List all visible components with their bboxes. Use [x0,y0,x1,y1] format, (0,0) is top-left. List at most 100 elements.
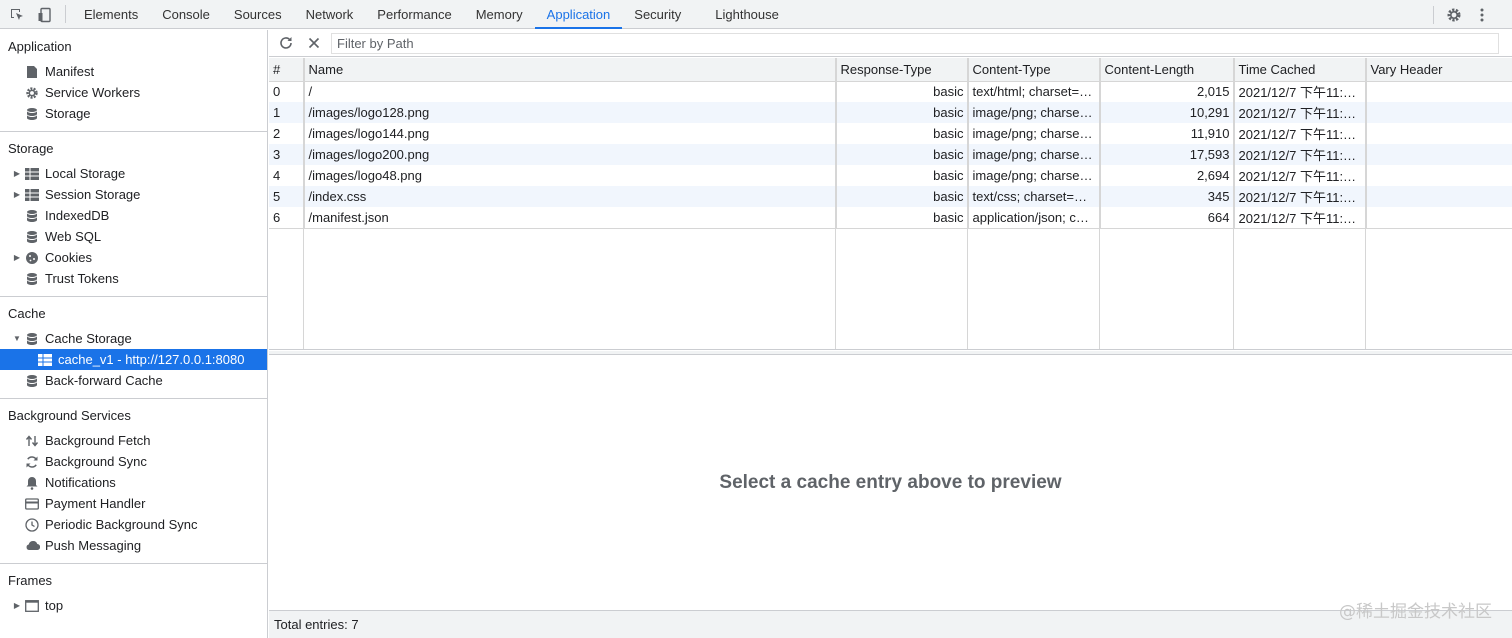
section-title: Cache [8,306,46,321]
sidebar-item-notifications[interactable]: Notifications [0,472,267,493]
sidebar-item-frame-top[interactable]: ▶ top [0,595,267,616]
sidebar-item-storage[interactable]: Storage [0,103,267,124]
table-cell: /images/logo128.png [304,102,837,123]
sidebar-item-label: Web SQL [45,229,102,244]
table-cell: basic [836,123,969,144]
tab-security[interactable]: Security [622,0,693,28]
sidebar-item-label: Background Fetch [45,433,151,448]
devtools-toolbar: Elements Console Sources Network Perform… [0,0,1512,29]
sidebar-item-label: Manifest [45,64,95,79]
database-icon [24,106,40,122]
tab-console[interactable]: Console [150,0,222,28]
device-toolbar-icon[interactable] [31,0,59,29]
column-header-vary-header[interactable]: Vary Header [1366,58,1512,82]
gear-icon[interactable] [1440,0,1468,29]
table-cell: 345 [1100,186,1235,207]
sidebar-item-payment-handler[interactable]: Payment Handler [0,493,267,514]
frame-icon [24,598,40,614]
sidebar-item-cookies[interactable]: ▶ Cookies [0,247,267,268]
expand-arrow-icon[interactable]: ▶ [12,595,22,616]
column-header-index[interactable]: # [269,58,305,82]
tab-memory[interactable]: Memory [464,0,535,28]
tab-lighthouse[interactable]: Lighthouse [703,0,791,28]
sidebar-item-label: Service Workers [45,85,141,100]
inspect-element-icon[interactable] [3,0,31,29]
table-cell: image/png; charset… [968,165,1101,186]
expand-arrow-icon[interactable]: ▶ [12,247,22,268]
column-header-name[interactable]: Name [304,58,837,82]
sidebar-item-web-sql[interactable]: Web SQL [0,226,267,247]
expand-arrow-icon[interactable]: ▶ [12,163,22,184]
filter-by-path-input[interactable] [331,33,1499,54]
total-entries-text: Total entries: 7 [274,617,359,632]
table-cell: /images/logo48.png [304,165,837,186]
table-cell: 11,910 [1100,123,1235,144]
sidebar-item-trust-tokens[interactable]: Trust Tokens [0,268,267,289]
table-cell: 3 [269,144,305,165]
toolbar-divider [65,5,66,23]
table-row[interactable]: 1/images/logo128.png basic image/png; char… [269,102,1512,123]
cache-entries-table: # Name Response-Type Content-Type Conten… [269,58,1512,350]
sync-icon [24,454,40,470]
column-header-response-type[interactable]: Response-Type [836,58,969,82]
sidebar-item-background-fetch[interactable]: Background Fetch [0,430,267,451]
tab-performance[interactable]: Performance [365,0,463,28]
sidebar-item-session-storage[interactable]: ▶ Session Storage [0,184,267,205]
table-cell: 2021/12/7 下午11:… [1234,123,1367,144]
sidebar-item-periodic-background-sync[interactable]: Periodic Background Sync [0,514,267,535]
sidebar-item-background-sync[interactable]: Background Sync [0,451,267,472]
table-cell: 2021/12/7 下午11:… [1234,102,1367,123]
sidebar-item-indexeddb[interactable]: IndexedDB [0,205,267,226]
expand-arrow-icon[interactable]: ▶ [12,184,22,205]
tab-application[interactable]: Application [534,0,623,29]
section-title: Application [8,39,72,54]
sidebar-item-back-forward-cache[interactable]: Back-forward Cache [0,370,267,391]
collapse-arrow-icon[interactable]: ▼ [12,328,22,349]
sidebar-item-label: Session Storage [45,187,141,202]
sidebar-item-label: Cache Storage [45,331,132,346]
cookie-icon [24,250,40,266]
column-header-time-cached[interactable]: Time Cached [1234,58,1367,82]
table-row[interactable]: 0/basic text/html; charset=… 2,015 2021/12/… [269,81,1512,102]
table-row[interactable]: 3/images/logo200.png basic image/png; char… [269,144,1512,165]
up-down-arrows-icon [24,433,40,449]
sidebar-item-manifest[interactable]: Manifest [0,61,267,82]
table-row[interactable]: 6/manifest.json basic application/json; ch… [269,207,1512,229]
table-row[interactable]: 5/index.css basic text/css; charset=U… 345 2… [269,186,1512,207]
sidebar-item-cache-storage[interactable]: ▼ Cache Storage [0,328,267,349]
sidebar-section-frames: Frames ▶ top [0,564,267,623]
sidebar-item-label: Trust Tokens [45,271,119,286]
cache-storage-view: # Name Response-Type Content-Type Conten… [269,30,1512,638]
preview-placeholder-text: Select a cache entry above to preview [719,471,1062,493]
table-cell: 2021/12/7 下午11:… [1234,186,1367,207]
table-cell: basic [836,81,969,102]
table-row[interactable]: 4/images/logo48.png basic image/png; chars… [269,165,1512,186]
tab-network[interactable]: Network [294,0,366,28]
more-options-icon[interactable] [1468,0,1496,29]
database-icon [24,373,40,389]
clear-icon[interactable] [300,30,328,57]
sidebar-section-background-services: Background Services Background Fetch Bac… [0,399,267,564]
refresh-icon[interactable] [272,30,300,57]
table-cell: 10,291 [1100,102,1235,123]
sidebar-section-storage: Storage ▶ Local Storage ▶ Session Storag… [0,132,267,297]
sidebar-item-local-storage[interactable]: ▶ Local Storage [0,163,267,184]
sidebar-item-label: Local Storage [45,166,126,181]
tab-elements[interactable]: Elements [72,0,150,28]
sidebar-item-push-messaging[interactable]: Push Messaging [0,535,267,556]
sidebar-item-service-workers[interactable]: Service Workers [0,82,267,103]
table-icon [24,187,40,203]
sidebar-item-label: Background Sync [45,454,147,469]
tab-sources[interactable]: Sources [222,0,294,28]
database-icon [24,331,40,347]
table-icon [24,166,40,182]
table-row[interactable]: 2/images/logo144.png basic image/png; char… [269,123,1512,144]
sidebar-item-label: Push Messaging [45,538,142,553]
column-header-content-type[interactable]: Content-Type [968,58,1101,82]
table-cell: basic [836,144,969,165]
sidebar-item-cache-v1[interactable]: cache_v1 - http://127.0.0.1:8080 [0,349,267,370]
column-header-content-length[interactable]: Content-Length [1100,58,1235,82]
table-icon [37,352,53,368]
sidebar-item-label: top [45,598,64,613]
table-cell: 1 [269,102,305,123]
